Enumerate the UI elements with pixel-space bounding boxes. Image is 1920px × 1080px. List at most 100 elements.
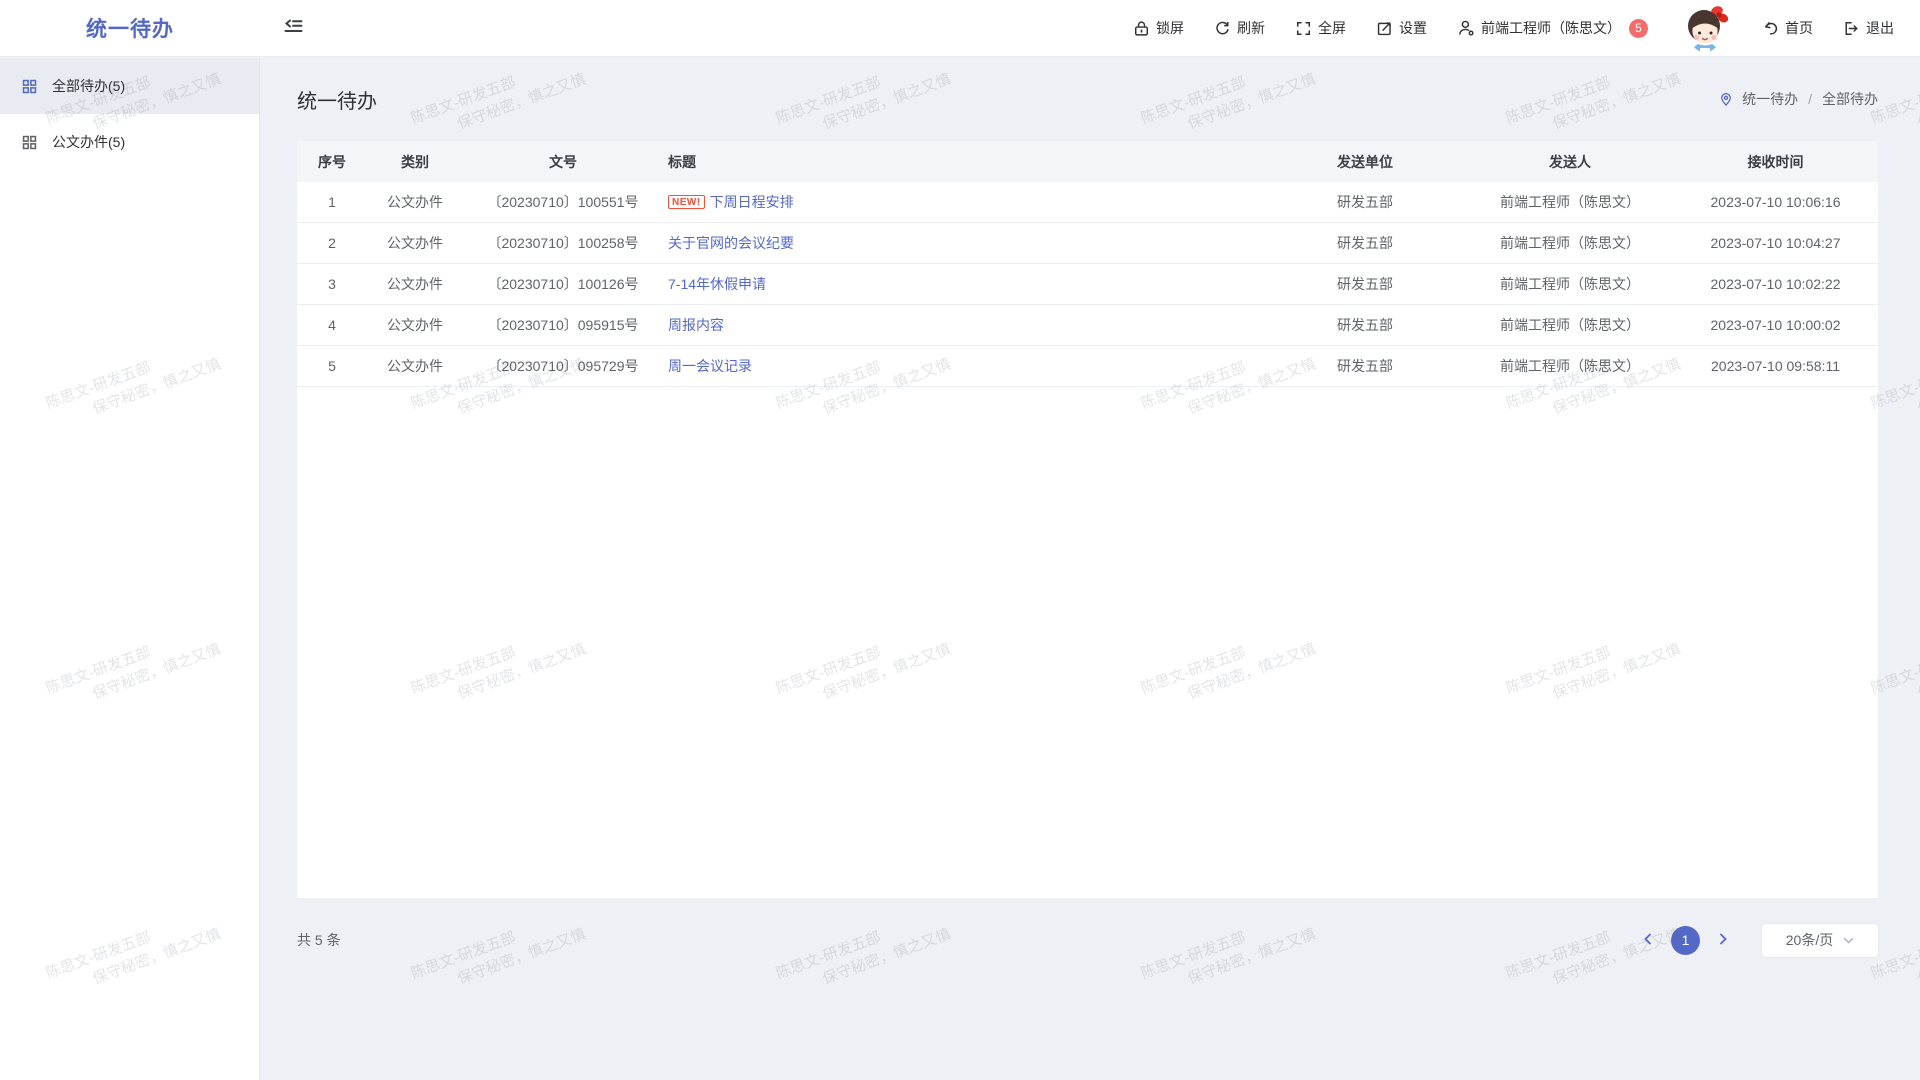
lock-screen-button[interactable]: 锁屏 xyxy=(1133,18,1184,38)
cell-doc-no: 〔20230710〕095915号 xyxy=(463,305,663,345)
total-count: 共 5 条 xyxy=(297,930,341,950)
cell-title: NEW! 下周日程安排 xyxy=(663,182,1263,222)
document-link[interactable]: 周一会议记录 xyxy=(668,356,752,376)
breadcrumb-item-root[interactable]: 统一待办 xyxy=(1742,89,1798,109)
cell-index: 3 xyxy=(297,264,367,304)
cell-sender: 前端工程师（陈思文） xyxy=(1467,346,1673,386)
user-name: 前端工程师（陈思文） xyxy=(1481,18,1621,38)
cell-doc-no: 〔20230710〕100551号 xyxy=(463,182,663,222)
cell-title: 周一会议记录 xyxy=(663,346,1263,386)
table-body: 1 公文办件 〔20230710〕100551号 NEW! 下周日程安排 研发五… xyxy=(297,182,1878,387)
grid-icon xyxy=(21,78,38,95)
breadcrumb: 统一待办 / 全部待办 xyxy=(1718,89,1878,109)
cell-unit: 研发五部 xyxy=(1263,182,1467,222)
fullscreen-label: 全屏 xyxy=(1318,18,1346,38)
avatar[interactable] xyxy=(1680,2,1730,54)
cell-index: 4 xyxy=(297,305,367,345)
lock-screen-label: 锁屏 xyxy=(1156,18,1184,38)
cell-category: 公文办件 xyxy=(367,305,463,345)
cell-time: 2023-07-10 09:58:11 xyxy=(1673,346,1878,386)
page-size-value: 20条/页 xyxy=(1786,930,1833,950)
app-logo[interactable]: 统一待办 xyxy=(0,0,260,56)
refresh-button[interactable]: 刷新 xyxy=(1214,18,1265,38)
page-number-1[interactable]: 1 xyxy=(1671,926,1700,955)
refresh-icon xyxy=(1214,20,1231,37)
cell-time: 2023-07-10 10:06:16 xyxy=(1673,182,1878,222)
cell-unit: 研发五部 xyxy=(1263,305,1467,345)
app-title: 统一待办 xyxy=(86,13,174,43)
breadcrumb-separator: / xyxy=(1808,91,1812,107)
column-header-unit: 发送单位 xyxy=(1263,141,1467,182)
fullscreen-button[interactable]: 全屏 xyxy=(1295,18,1346,38)
chevron-down-icon xyxy=(1843,935,1854,946)
main-content: 统一待办 统一待办 / 全部待办 序号 类别 文号 标题 发送单位 发送人 接收… xyxy=(260,57,1920,1080)
table-header-row: 序号 类别 文号 标题 发送单位 发送人 接收时间 xyxy=(297,141,1878,182)
table-row: 5 公文办件 〔20230710〕095729号 周一会议记录 研发五部 前端工… xyxy=(297,346,1878,387)
refresh-label: 刷新 xyxy=(1237,18,1265,38)
home-label: 首页 xyxy=(1785,18,1813,38)
cell-title: 7-14年休假申请 xyxy=(663,264,1263,304)
document-link[interactable]: 7-14年休假申请 xyxy=(668,274,766,294)
next-page-button[interactable] xyxy=(1710,927,1736,953)
cell-time: 2023-07-10 10:04:27 xyxy=(1673,223,1878,263)
cell-category: 公文办件 xyxy=(367,223,463,263)
cell-sender: 前端工程师（陈思文） xyxy=(1467,264,1673,304)
back-home-icon xyxy=(1762,20,1779,37)
cell-unit: 研发五部 xyxy=(1263,223,1467,263)
breadcrumb-item-current: 全部待办 xyxy=(1822,89,1878,109)
cell-category: 公文办件 xyxy=(367,182,463,222)
settings-button[interactable]: 设置 xyxy=(1376,18,1427,38)
location-pin-icon xyxy=(1718,91,1734,107)
chevron-right-icon xyxy=(1717,933,1729,948)
todo-table-card: 序号 类别 文号 标题 发送单位 发送人 接收时间 1 公文办件 〔202307… xyxy=(297,141,1878,898)
sidebar-item-all-todo[interactable]: 全部待办(5) xyxy=(0,58,259,114)
page-header: 统一待办 统一待办 / 全部待办 xyxy=(297,57,1878,141)
cell-sender: 前端工程师（陈思文） xyxy=(1467,182,1673,222)
cell-sender: 前端工程师（陈思文） xyxy=(1467,223,1673,263)
new-badge: NEW! xyxy=(668,195,705,209)
cell-unit: 研发五部 xyxy=(1263,264,1467,304)
document-link[interactable]: 下周日程安排 xyxy=(710,192,794,212)
topbar-actions: 锁屏 刷新 全屏 xyxy=(1133,2,1920,54)
sidebar-item-label: 全部待办(5) xyxy=(52,76,125,96)
user-menu[interactable]: 前端工程师（陈思文） 5 xyxy=(1457,18,1648,38)
sidebar-collapse-button[interactable] xyxy=(284,18,303,39)
sidebar-item-official-docs[interactable]: 公文办件(5) xyxy=(0,114,259,170)
cell-index: 1 xyxy=(297,182,367,222)
column-header-index: 序号 xyxy=(297,141,367,182)
user-icon xyxy=(1457,19,1475,37)
cell-sender: 前端工程师（陈思文） xyxy=(1467,305,1673,345)
cell-time: 2023-07-10 10:00:02 xyxy=(1673,305,1878,345)
todo-count-badge: 5 xyxy=(1629,19,1648,38)
cell-doc-no: 〔20230710〕100126号 xyxy=(463,264,663,304)
prev-page-button[interactable] xyxy=(1635,927,1661,953)
column-header-time: 接收时间 xyxy=(1673,141,1878,182)
cell-index: 2 xyxy=(297,223,367,263)
edit-settings-icon xyxy=(1376,20,1393,37)
page-size-select[interactable]: 20条/页 xyxy=(1762,924,1878,957)
logout-button[interactable]: 退出 xyxy=(1843,18,1894,38)
pagination-bar: 共 5 条 1 20条/页 xyxy=(297,912,1878,968)
cell-category: 公文办件 xyxy=(367,264,463,304)
settings-label: 设置 xyxy=(1399,18,1427,38)
column-header-title: 标题 xyxy=(663,141,1263,182)
table-row: 4 公文办件 〔20230710〕095915号 周报内容 研发五部 前端工程师… xyxy=(297,305,1878,346)
cell-doc-no: 〔20230710〕100258号 xyxy=(463,223,663,263)
lock-icon xyxy=(1133,20,1150,37)
cell-index: 5 xyxy=(297,346,367,386)
home-button[interactable]: 首页 xyxy=(1762,18,1813,38)
document-link[interactable]: 关于官网的会议纪要 xyxy=(668,233,794,253)
chevron-left-icon xyxy=(1642,933,1654,948)
cell-doc-no: 〔20230710〕095729号 xyxy=(463,346,663,386)
cell-unit: 研发五部 xyxy=(1263,346,1467,386)
table-row: 2 公文办件 〔20230710〕100258号 关于官网的会议纪要 研发五部 … xyxy=(297,223,1878,264)
column-header-category: 类别 xyxy=(367,141,463,182)
column-header-sender: 发送人 xyxy=(1467,141,1673,182)
cell-time: 2023-07-10 10:02:22 xyxy=(1673,264,1878,304)
sidebar: 全部待办(5) 公文办件(5) xyxy=(0,58,260,1080)
topbar: 统一待办 锁屏 xyxy=(0,0,1920,57)
document-link[interactable]: 周报内容 xyxy=(668,315,724,335)
page-title: 统一待办 xyxy=(297,85,377,114)
pager: 1 20条/页 xyxy=(1635,924,1878,957)
cell-category: 公文办件 xyxy=(367,346,463,386)
